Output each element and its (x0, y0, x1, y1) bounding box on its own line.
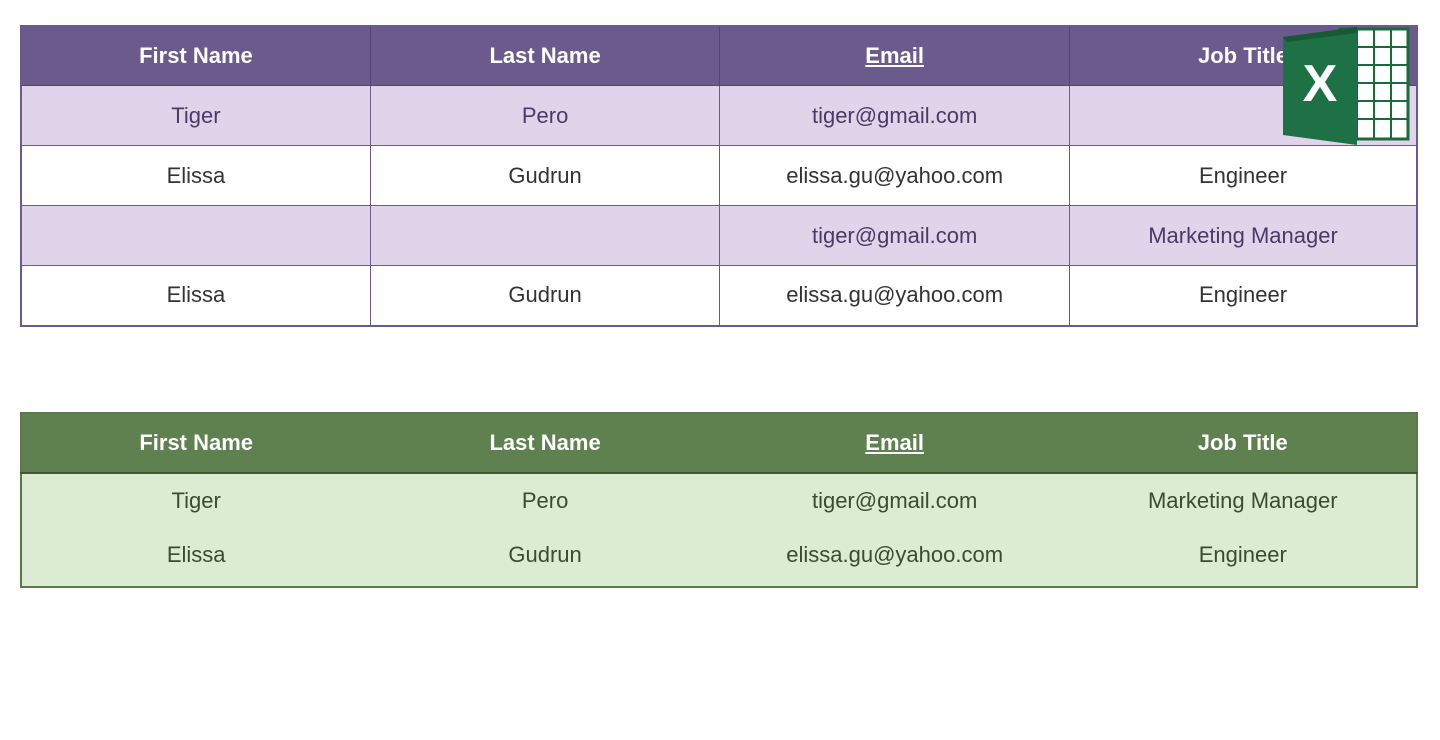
header-first-name: First Name (21, 26, 370, 86)
table-row: Tiger Pero tiger@gmail.com (21, 86, 1417, 146)
cell-job-title: Engineer (1070, 146, 1417, 206)
cell-first-name: Elissa (21, 146, 370, 206)
header-last-name: Last Name (370, 413, 719, 473)
purple-table-container: First Name Last Name Email Job Title Tig… (20, 25, 1420, 327)
cell-first-name (21, 206, 370, 266)
cell-job-title: Marketing Manager (1070, 206, 1417, 266)
cell-email: tiger@gmail.com (720, 86, 1070, 146)
table-header-row: First Name Last Name Email Job Title (21, 413, 1417, 473)
cell-job-title: Marketing Manager (1070, 473, 1417, 528)
cell-job-title: Engineer (1070, 266, 1417, 326)
cell-email: elissa.gu@yahoo.com (720, 528, 1070, 587)
header-email: Email (720, 26, 1070, 86)
cell-email: elissa.gu@yahoo.com (720, 146, 1070, 206)
cell-last-name: Pero (370, 473, 719, 528)
header-first-name: First Name (21, 413, 370, 473)
cell-first-name: Elissa (21, 266, 370, 326)
cell-last-name (370, 206, 719, 266)
excel-letter: X (1303, 55, 1338, 113)
table-row: tiger@gmail.com Marketing Manager (21, 206, 1417, 266)
header-last-name: Last Name (370, 26, 719, 86)
cell-first-name: Tiger (21, 473, 370, 528)
source-table: First Name Last Name Email Job Title Tig… (20, 25, 1418, 327)
cell-email: tiger@gmail.com (720, 206, 1070, 266)
cell-last-name: Gudrun (370, 266, 719, 326)
header-email: Email (720, 413, 1070, 473)
excel-icon: X (1277, 23, 1412, 149)
cell-last-name: Gudrun (370, 528, 719, 587)
table-row: Elissa Gudrun elissa.gu@yahoo.com Engine… (21, 146, 1417, 206)
cell-job-title: Engineer (1070, 528, 1417, 587)
table-header-row: First Name Last Name Email Job Title (21, 26, 1417, 86)
table-row: Elissa Gudrun elissa.gu@yahoo.com Engine… (21, 266, 1417, 326)
table-row: Tiger Pero tiger@gmail.com Marketing Man… (21, 473, 1417, 528)
cell-last-name: Gudrun (370, 146, 719, 206)
cell-first-name: Elissa (21, 528, 370, 587)
table-row: Elissa Gudrun elissa.gu@yahoo.com Engine… (21, 528, 1417, 587)
header-job-title: Job Title (1070, 413, 1417, 473)
result-table: First Name Last Name Email Job Title Tig… (20, 412, 1418, 588)
cell-first-name: Tiger (21, 86, 370, 146)
cell-last-name: Pero (370, 86, 719, 146)
cell-email: elissa.gu@yahoo.com (720, 266, 1070, 326)
cell-email: tiger@gmail.com (720, 473, 1070, 528)
